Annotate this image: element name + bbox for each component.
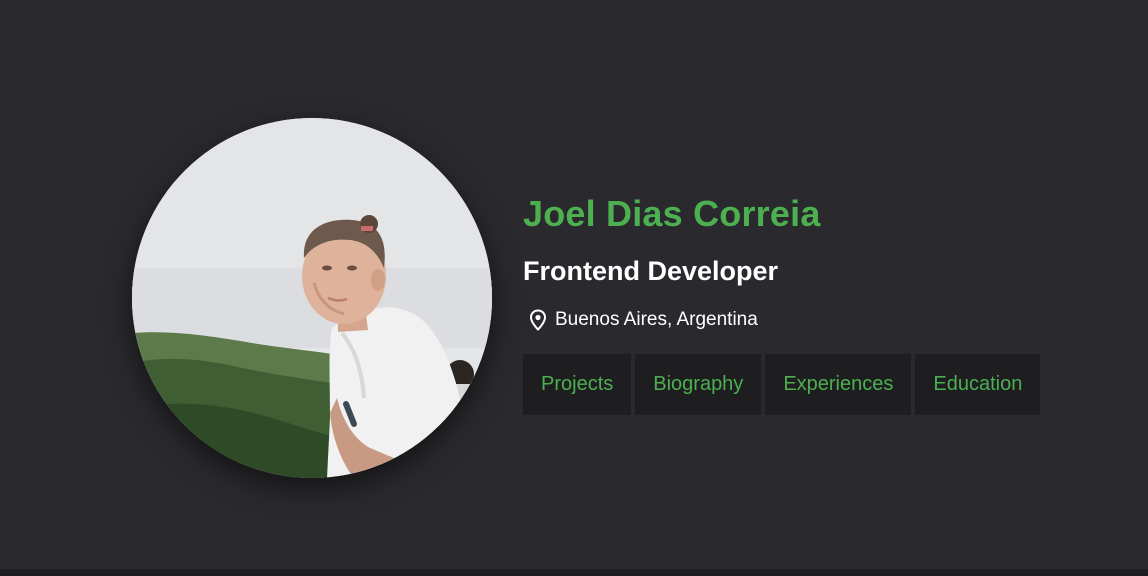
profile-hero: Joel Dias Correia Frontend Developer Bue…	[132, 118, 1112, 478]
education-button[interactable]: Education	[915, 354, 1041, 415]
page-footer-edge	[0, 569, 1148, 576]
biography-button[interactable]: Biography	[635, 354, 762, 415]
location-text: Buenos Aires, Argentina	[555, 309, 758, 330]
profile-photo	[132, 118, 492, 478]
profile-location: Buenos Aires, Argentina	[523, 306, 1083, 334]
profile-title: Frontend Developer	[523, 256, 779, 286]
experiences-button[interactable]: Experiences	[765, 354, 912, 415]
profile-info: Joel Dias Correia Frontend Developer Bue…	[523, 192, 1083, 415]
projects-button[interactable]: Projects	[523, 354, 632, 415]
profile-photo-illustration	[132, 118, 492, 478]
section-nav: Projects Biography Experiences Education	[523, 354, 1083, 415]
profile-name: Joel Dias Correia	[523, 193, 821, 234]
map-pin-icon	[526, 308, 550, 332]
